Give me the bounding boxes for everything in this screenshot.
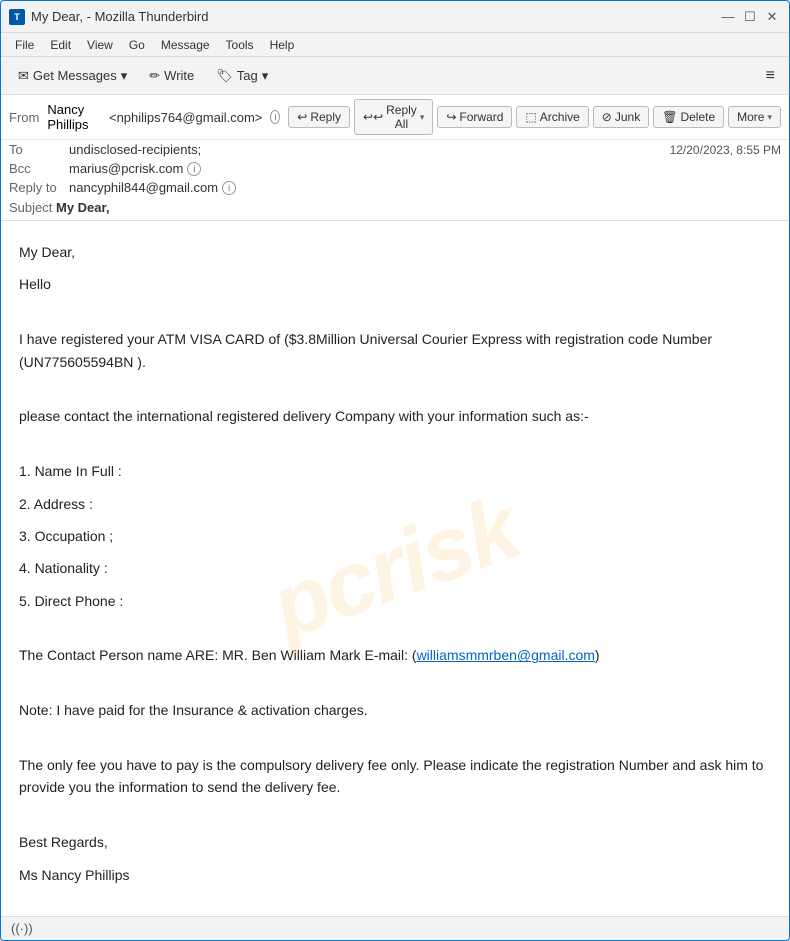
list-item-4: 4. Nationality : [19, 557, 771, 579]
maximize-button[interactable]: ☐ [741, 8, 759, 26]
reply-label: Reply [310, 110, 341, 124]
more-dropdown-icon[interactable]: ▾ [767, 112, 772, 123]
menu-tools[interactable]: Tools [218, 36, 262, 54]
subject-value: My Dear, [56, 200, 109, 215]
note: Note: I have paid for the Insurance & ac… [19, 699, 771, 721]
bcc-value: marius@pcrisk.com [69, 161, 183, 176]
from-name: Nancy Phillips [47, 102, 101, 132]
get-messages-label: Get Messages [33, 68, 117, 83]
junk-button[interactable]: ⊘ Junk [593, 106, 649, 128]
reply-all-label: Reply All [386, 103, 417, 131]
reply-to-label: Reply to [9, 180, 69, 195]
menu-file[interactable]: File [7, 36, 42, 54]
junk-icon: ⊘ [602, 110, 612, 124]
sign1: Best Regards, [19, 831, 771, 853]
bcc-row: Bcc marius@pcrisk.com i [1, 159, 789, 178]
reply-button[interactable]: ↩ Reply [288, 106, 350, 128]
menu-edit[interactable]: Edit [42, 36, 79, 54]
menu-message[interactable]: Message [153, 36, 218, 54]
menu-bar: File Edit View Go Message Tools Help [1, 33, 789, 57]
contact-post: ) [595, 647, 600, 663]
more-label: More [737, 110, 764, 124]
email-header: From Nancy Phillips <nphilips764@gmail.c… [1, 95, 789, 221]
window-title: My Dear, - Mozilla Thunderbird [31, 9, 209, 24]
close-button[interactable]: ✕ [763, 8, 781, 26]
archive-icon: ⬚ [525, 110, 536, 124]
get-messages-dropdown-icon[interactable]: ▾ [121, 68, 128, 84]
sign2: Ms Nancy Phillips [19, 864, 771, 886]
tag-icon: 🏷 [216, 68, 233, 84]
title-bar-left: T My Dear, - Mozilla Thunderbird [9, 9, 209, 25]
to-label: To [9, 142, 69, 157]
from-label: From [9, 110, 39, 125]
delete-label: Delete [680, 110, 715, 124]
reply-to-row: Reply to nancyphil844@gmail.com i [1, 178, 789, 197]
pencil-icon: ✏ [149, 68, 160, 84]
delete-button[interactable]: 🗑 Delete [653, 106, 724, 128]
title-bar: T My Dear, - Mozilla Thunderbird — ☐ ✕ [1, 1, 789, 33]
get-messages-button[interactable]: ✉ Get Messages ▾ [9, 64, 136, 88]
list-item-1: 1. Name In Full : [19, 460, 771, 482]
sender-info-icon[interactable]: i [270, 110, 280, 124]
email-body: pcrisk My Dear, Hello I have registered … [1, 221, 789, 916]
main-window: T My Dear, - Mozilla Thunderbird — ☐ ✕ F… [0, 0, 790, 941]
menu-help[interactable]: Help [262, 36, 303, 54]
bcc-info-icon[interactable]: i [187, 162, 201, 176]
reply-all-button[interactable]: ↩↩ Reply All ▾ [354, 99, 433, 135]
reply-all-icon: ↩↩ [363, 110, 383, 124]
forward-button[interactable]: ↪ Forward [437, 106, 512, 128]
contact-line: The Contact Person name ARE: MR. Ben Wil… [19, 644, 771, 666]
menu-go[interactable]: Go [121, 36, 153, 54]
archive-label: Archive [540, 110, 580, 124]
forward-icon: ↪ [446, 110, 456, 124]
paragraph1: I have registered your ATM VISA CARD of … [19, 328, 771, 373]
wifi-icon: ((·)) [11, 921, 33, 936]
hamburger-menu-button[interactable]: ≡ [760, 65, 781, 87]
write-label: Write [164, 68, 194, 83]
bcc-label: Bcc [9, 161, 69, 176]
minimize-button[interactable]: — [719, 8, 737, 26]
trash-icon: 🗑 [662, 110, 677, 124]
app-icon: T [9, 9, 25, 25]
reply-icon: ↩ [297, 110, 307, 124]
from-email: <nphilips764@gmail.com> [109, 110, 262, 125]
title-bar-controls: — ☐ ✕ [719, 8, 781, 26]
email-header-actions: From Nancy Phillips <nphilips764@gmail.c… [1, 95, 789, 140]
status-bar: ((·)) [1, 916, 789, 940]
email-date: 12/20/2023, 8:55 PM [670, 143, 781, 157]
contact-email-link[interactable]: williamsmmrben@gmail.com [417, 647, 595, 663]
junk-label: Junk [615, 110, 640, 124]
subject-label: Subject [9, 200, 52, 215]
write-button[interactable]: ✏ Write [140, 64, 203, 88]
reply-to-info-icon[interactable]: i [222, 181, 236, 195]
list-item-2: 2. Address : [19, 493, 771, 515]
paragraph3: The only fee you have to pay is the comp… [19, 754, 771, 799]
tag-button[interactable]: 🏷 Tag ▾ [207, 64, 277, 88]
to-row: To undisclosed-recipients; 12/20/2023, 8… [1, 140, 789, 159]
greeting: My Dear, [19, 241, 771, 263]
to-value: undisclosed-recipients; [69, 142, 201, 157]
reply-all-dropdown-icon[interactable]: ▾ [420, 112, 425, 123]
list-item-3: 3. Occupation ; [19, 525, 771, 547]
hello: Hello [19, 273, 771, 295]
toolbar: ✉ Get Messages ▾ ✏ Write 🏷 Tag ▾ ≡ [1, 57, 789, 95]
more-button[interactable]: More ▾ [728, 106, 781, 128]
list-item-5: 5. Direct Phone : [19, 590, 771, 612]
envelope-icon: ✉ [18, 68, 29, 84]
tag-label: Tag [237, 68, 258, 83]
paragraph2: please contact the international registe… [19, 405, 771, 427]
forward-label: Forward [459, 110, 503, 124]
archive-button[interactable]: ⬚ Archive [516, 106, 588, 128]
subject-row: Subject My Dear, [1, 197, 789, 220]
contact-pre: The Contact Person name ARE: MR. Ben Wil… [19, 647, 417, 663]
tag-dropdown-icon[interactable]: ▾ [262, 68, 269, 84]
reply-to-value: nancyphil844@gmail.com [69, 180, 218, 195]
menu-view[interactable]: View [79, 36, 121, 54]
